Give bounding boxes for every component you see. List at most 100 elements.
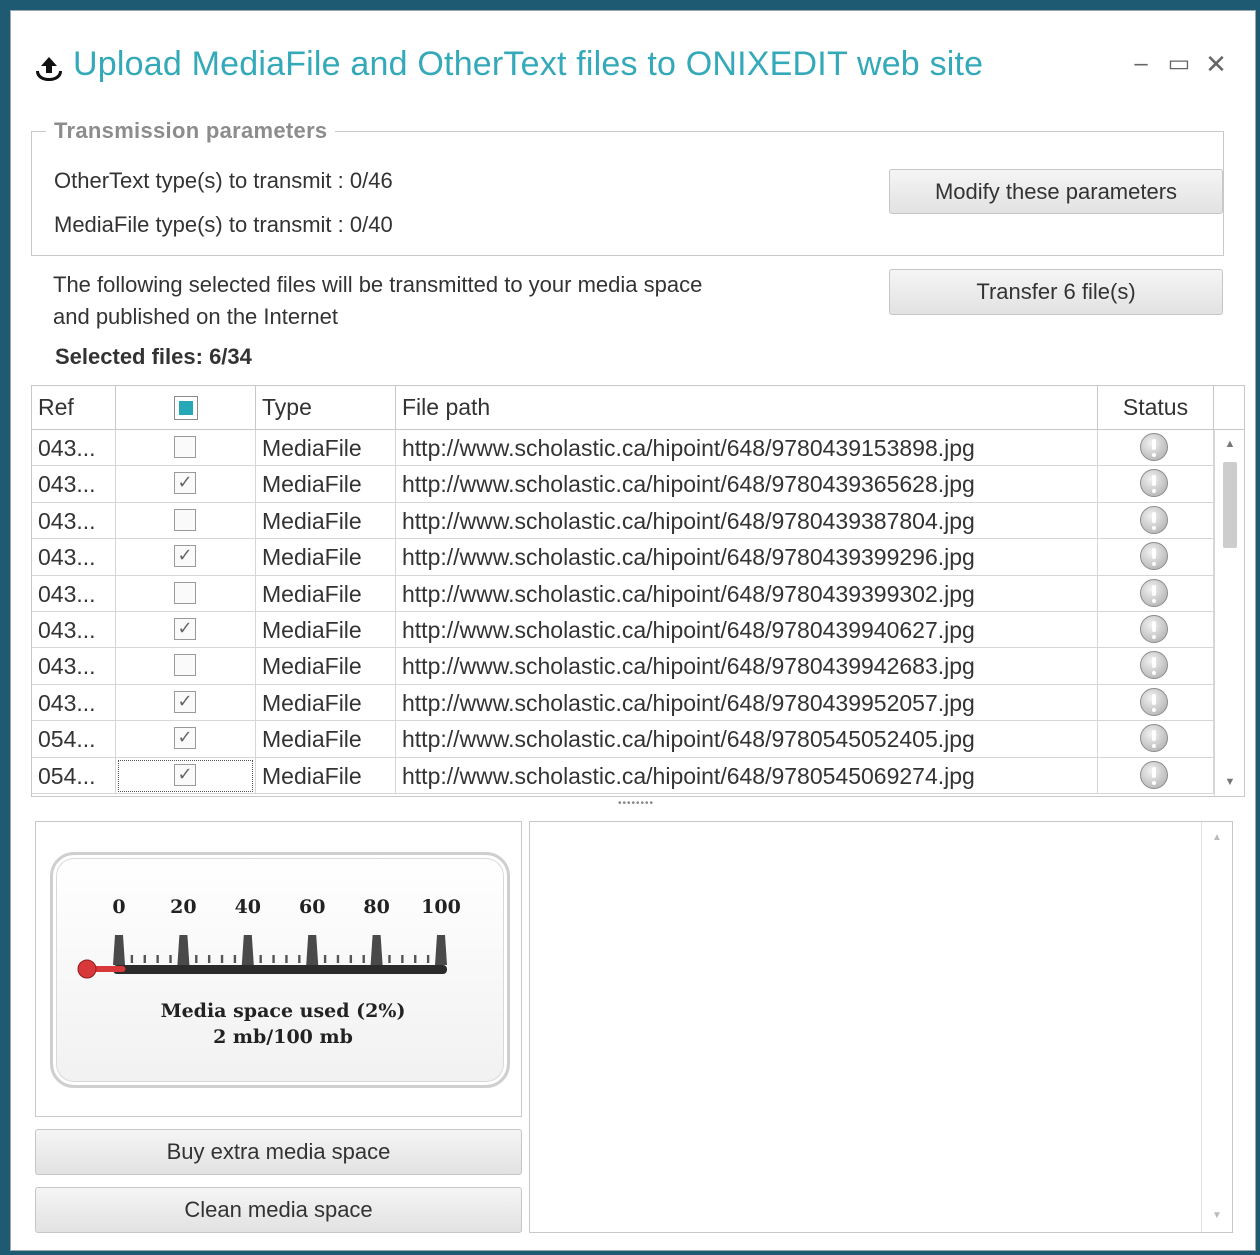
cell-status[interactable] xyxy=(1098,721,1214,758)
cell-file-path[interactable]: http://www.scholastic.ca/hipoint/648/978… xyxy=(396,430,1098,466)
maximize-button[interactable]: ▭ xyxy=(1164,49,1194,79)
cell-select[interactable]: ✓ xyxy=(116,611,256,648)
cell-type[interactable]: MediaFile xyxy=(256,430,396,466)
cell-select[interactable]: ✓ xyxy=(116,539,256,576)
row-checkbox[interactable] xyxy=(174,654,196,677)
cell-status[interactable] xyxy=(1098,757,1214,794)
cell-select[interactable] xyxy=(116,575,256,612)
focus-rectangle xyxy=(118,759,253,792)
cell-file-path[interactable]: http://www.scholastic.ca/hipoint/648/978… xyxy=(396,502,1098,539)
panel-splitter[interactable]: •••••••• xyxy=(611,799,661,811)
cell-file-path[interactable]: http://www.scholastic.ca/hipoint/648/978… xyxy=(396,611,1098,648)
cell-file-path[interactable]: http://www.scholastic.ca/hipoint/648/978… xyxy=(396,757,1098,794)
cell-type[interactable]: MediaFile xyxy=(256,502,396,539)
scroll-thumb[interactable] xyxy=(1223,462,1237,548)
cell-file-path[interactable]: http://www.scholastic.ca/hipoint/648/978… xyxy=(396,648,1098,685)
table-row[interactable]: 054... ✓ MediaFile http://www.scholastic.ca… xyxy=(32,757,1214,794)
table-row[interactable]: 043... MediaFile http://www.scholastic.ca/… xyxy=(32,575,1214,612)
exclamation-circle-icon xyxy=(1140,687,1168,716)
select-all-checkbox[interactable] xyxy=(174,396,198,420)
cell-type[interactable]: MediaFile xyxy=(256,684,396,721)
table-row[interactable]: 043... ✓ MediaFile http://www.scholastic.ca… xyxy=(32,611,1214,649)
cell-file-path[interactable]: http://www.scholastic.ca/hipoint/648/978… xyxy=(396,575,1098,612)
cell-file-path[interactable]: http://www.scholastic.ca/hipoint/648/978… xyxy=(396,539,1098,576)
close-button[interactable]: ✕ xyxy=(1201,49,1231,79)
cell-ref[interactable]: 043... xyxy=(32,430,116,466)
cell-status[interactable] xyxy=(1098,502,1214,539)
row-checkbox[interactable] xyxy=(174,508,196,531)
log-scroll-down-arrow-icon[interactable]: ▼ xyxy=(1202,1206,1232,1226)
cell-ref[interactable]: 043... xyxy=(32,648,116,685)
column-header-select[interactable] xyxy=(116,386,256,429)
gauge-track xyxy=(113,965,447,974)
cell-type[interactable]: MediaFile xyxy=(256,611,396,648)
cell-ref[interactable]: 043... xyxy=(32,539,116,576)
gauge-minor-tick xyxy=(220,955,224,963)
row-checkbox[interactable]: ✓ xyxy=(174,690,196,713)
cell-ref[interactable]: 043... xyxy=(32,684,116,721)
buy-extra-space-button[interactable]: Buy extra media space xyxy=(35,1129,522,1175)
cell-ref[interactable]: 054... xyxy=(32,721,116,758)
table-row[interactable]: 043... MediaFile http://www.scholastic.ca/… xyxy=(32,430,1214,467)
gauge-major-tick xyxy=(177,935,190,965)
cell-file-path[interactable]: http://www.scholastic.ca/hipoint/648/978… xyxy=(396,684,1098,721)
cell-status[interactable] xyxy=(1098,648,1214,685)
minimize-button[interactable]: – xyxy=(1126,49,1156,79)
transfer-files-button[interactable]: Transfer 6 file(s) xyxy=(889,269,1223,315)
column-header-status[interactable]: Status xyxy=(1098,386,1214,429)
cell-ref[interactable]: 043... xyxy=(32,466,116,503)
cell-select[interactable]: ✓ xyxy=(116,757,256,794)
table-row[interactable]: 043... ✓ MediaFile http://www.scholastic.ca… xyxy=(32,539,1214,576)
cell-type[interactable]: MediaFile xyxy=(256,757,396,794)
cell-select[interactable] xyxy=(116,430,256,466)
scroll-down-arrow-icon[interactable]: ▼ xyxy=(1215,772,1244,792)
transfer-log-panel[interactable]: ▲ ▼ xyxy=(529,821,1233,1233)
table-scrollbar[interactable]: ▲ ▼ xyxy=(1214,430,1244,796)
column-header-type[interactable]: Type xyxy=(256,386,396,429)
log-scrollbar[interactable]: ▲ ▼ xyxy=(1201,822,1232,1232)
cell-select[interactable] xyxy=(116,502,256,539)
cell-select[interactable]: ✓ xyxy=(116,684,256,721)
cell-file-path[interactable]: http://www.scholastic.ca/hipoint/648/978… xyxy=(396,721,1098,758)
scroll-up-arrow-icon[interactable]: ▲ xyxy=(1215,434,1244,454)
cell-type[interactable]: MediaFile xyxy=(256,721,396,758)
column-header-file-path[interactable]: File path xyxy=(396,386,1098,429)
modify-parameters-button[interactable]: Modify these parameters xyxy=(889,169,1223,214)
row-checkbox[interactable]: ✓ xyxy=(174,545,196,568)
cell-status[interactable] xyxy=(1098,611,1214,648)
cell-type[interactable]: MediaFile xyxy=(256,466,396,503)
exclamation-circle-icon xyxy=(1140,578,1168,607)
table-row[interactable]: 043... MediaFile http://www.scholastic.ca/… xyxy=(32,648,1214,685)
gauge-minor-tick xyxy=(362,955,365,963)
cell-status[interactable] xyxy=(1098,539,1214,576)
table-row[interactable]: 043... ✓ MediaFile http://www.scholastic.ca… xyxy=(32,684,1214,722)
cell-type[interactable]: MediaFile xyxy=(256,648,396,685)
cell-select[interactable] xyxy=(116,648,256,685)
cell-status[interactable] xyxy=(1098,466,1214,503)
cell-type[interactable]: MediaFile xyxy=(256,539,396,576)
cell-status[interactable] xyxy=(1098,430,1214,466)
cell-select[interactable]: ✓ xyxy=(116,721,256,758)
table-row[interactable]: 043... MediaFile http://www.scholastic.ca/… xyxy=(32,502,1214,540)
row-checkbox[interactable] xyxy=(174,581,196,604)
cell-ref[interactable]: 054... xyxy=(32,757,116,794)
row-checkbox[interactable]: ✓ xyxy=(174,472,196,495)
cell-status[interactable] xyxy=(1098,575,1214,612)
table-row[interactable]: 043... ✓ MediaFile http://www.scholastic.ca… xyxy=(32,466,1214,503)
clean-media-space-button[interactable]: Clean media space xyxy=(35,1187,522,1233)
cell-ref[interactable]: 043... xyxy=(32,611,116,648)
table-row[interactable]: 054... ✓ MediaFile http://www.scholastic.ca… xyxy=(32,721,1214,758)
log-scroll-up-arrow-icon[interactable]: ▲ xyxy=(1202,828,1232,848)
cell-type[interactable]: MediaFile xyxy=(256,575,396,612)
column-header-ref[interactable]: Ref xyxy=(32,386,116,429)
row-checkbox[interactable] xyxy=(174,436,196,458)
row-checkbox[interactable]: ✓ xyxy=(174,617,196,640)
cell-select[interactable]: ✓ xyxy=(116,466,256,503)
gauge-minor-tick xyxy=(156,955,159,963)
cell-ref[interactable]: 043... xyxy=(32,502,116,539)
row-checkbox[interactable]: ✓ xyxy=(174,727,196,750)
cell-file-path[interactable]: http://www.scholastic.ca/hipoint/648/978… xyxy=(396,466,1098,503)
cell-status[interactable] xyxy=(1098,684,1214,721)
cell-ref[interactable]: 043... xyxy=(32,575,116,612)
gauge-minor-tick xyxy=(388,955,391,963)
